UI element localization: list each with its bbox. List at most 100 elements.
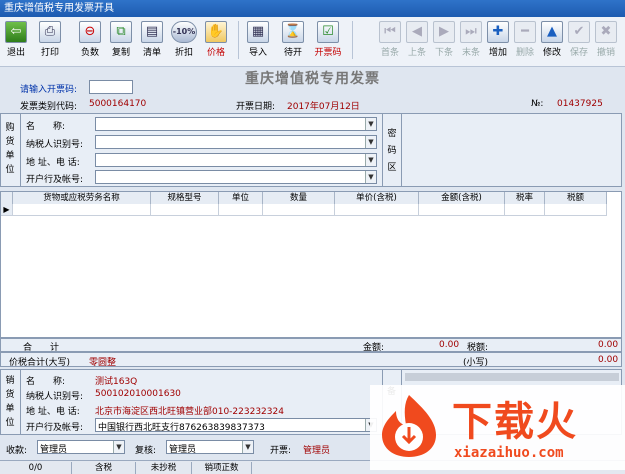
row-indicator-header — [1, 192, 13, 204]
total-small-value: 0.00 — [598, 355, 619, 365]
buyer-section-label: 购 货 单 位 — [4, 121, 16, 177]
chevron-down-icon[interactable]: ▼ — [365, 154, 376, 166]
column-header[interactable]: 货物或应税劳务名称 — [13, 192, 151, 204]
payee-label: 收款: — [6, 446, 28, 456]
goods-grid[interactable]: 货物或应税劳务名称 规格型号 单位 数量 单价(含税) 金额(含税) 税率 税额… — [0, 191, 622, 338]
column-header[interactable]: 规格型号 — [151, 192, 219, 204]
list-label: 清单 — [142, 48, 161, 58]
seller-name-label: 名 称: — [26, 377, 66, 387]
watermark: 下载火 xiazaihuo.com — [370, 385, 625, 470]
print-button[interactable]: ⎙ 打印 — [37, 21, 63, 58]
last-label: 末条 — [461, 48, 480, 58]
invoice-no-label: №: — [531, 99, 544, 109]
payee-select[interactable]: 管理员 ▼ — [37, 440, 125, 455]
buyer-address-label: 地 址、电 话: — [26, 158, 80, 168]
invoice-code-input[interactable] — [89, 80, 133, 94]
buyer-bank-input[interactable]: ▼ — [95, 170, 377, 184]
column-header[interactable]: 税额 — [545, 192, 607, 204]
table-cell[interactable] — [505, 204, 545, 216]
edit-button[interactable]: ▲ 修改 — [540, 21, 564, 58]
column-header[interactable]: 税率 — [505, 192, 545, 204]
negative-button[interactable]: ⊖ 负数 — [77, 21, 103, 58]
invoice-code-button[interactable]: ☑ 开票码 — [311, 21, 345, 58]
buyer-name-input[interactable]: ▼ — [95, 117, 377, 131]
chevron-down-icon[interactable]: ▼ — [365, 136, 376, 148]
prev-icon: ◀ — [406, 21, 428, 43]
next-record-button[interactable]: ▶ 下条 — [432, 21, 456, 58]
add-label: 增加 — [488, 48, 507, 58]
discount-button[interactable]: -10% 折扣 — [170, 21, 198, 58]
chevron-down-icon[interactable]: ▼ — [242, 441, 253, 453]
table-cell[interactable] — [151, 204, 219, 216]
seller-bank-select[interactable]: 中国银行西北旺支行876263839837373 ▼ — [95, 418, 377, 433]
toolbar: ⇦ 退出 ⎙ 打印 ⊖ 负数 ⧉ 复制 ▤ 清单 -10% 折扣 ✋ 价格 ▦ … — [0, 17, 625, 67]
hourglass-icon: ⌛ — [282, 21, 304, 43]
invoice-date-label: 开票日期: — [236, 102, 276, 112]
delete-icon: ━ — [514, 21, 536, 43]
import-icon: ▦ — [247, 21, 269, 43]
column-header[interactable]: 单价(含税) — [335, 192, 419, 204]
edit-label: 修改 — [542, 48, 561, 58]
list-button[interactable]: ▤ 清单 — [139, 21, 165, 58]
exit-button[interactable]: ⇦ 退出 — [3, 21, 29, 58]
copy-icon: ⧉ — [110, 21, 132, 43]
table-cell[interactable] — [13, 204, 151, 216]
exit-label: 退出 — [6, 48, 25, 58]
import-button[interactable]: ▦ 导入 — [245, 21, 271, 58]
seller-address-value: 北京市海淀区西北旺镇营业部010-223232324 — [95, 407, 284, 417]
edit-icon: ▲ — [541, 21, 563, 43]
reviewer-select[interactable]: 管理员 ▼ — [166, 440, 254, 455]
secret-char: 码 — [387, 146, 397, 156]
current-row-indicator-icon: ▶ — [1, 204, 13, 216]
secret-char: 区 — [387, 163, 397, 173]
buyer-tax-id-input[interactable]: ▼ — [95, 135, 377, 149]
price-button[interactable]: ✋ 价格 — [203, 21, 229, 58]
price-icon: ✋ — [205, 21, 227, 43]
chevron-down-icon[interactable]: ▼ — [113, 441, 124, 453]
status-tax-mode: 含税 — [72, 462, 136, 474]
buyer-char: 位 — [5, 165, 15, 175]
prev-label: 上条 — [407, 48, 426, 58]
status-invoice-kind: 销项正数 — [192, 462, 252, 474]
seller-tax-id-label: 纳税人识别号: — [26, 392, 84, 402]
minus-icon: ⊖ — [79, 21, 101, 43]
pending-label: 待开 — [283, 48, 302, 58]
delete-button[interactable]: ━ 删除 — [513, 21, 537, 58]
column-header[interactable]: 单位 — [219, 192, 263, 204]
buyer-char: 购 — [5, 123, 15, 133]
remark-field[interactable] — [405, 373, 619, 381]
save-button[interactable]: ✔ 保存 — [567, 21, 591, 58]
toolbar-separator — [238, 21, 239, 59]
reviewer-label: 复核: — [135, 446, 157, 456]
buyer-char: 单 — [5, 151, 15, 161]
pending-button[interactable]: ⌛ 待开 — [280, 21, 306, 58]
prev-record-button[interactable]: ◀ 上条 — [405, 21, 429, 58]
last-record-button[interactable]: ⏭ 末条 — [459, 21, 483, 58]
column-header[interactable]: 数量 — [263, 192, 335, 204]
table-cell[interactable] — [419, 204, 505, 216]
copy-button[interactable]: ⧉ 复制 — [108, 21, 134, 58]
seller-bank-label: 开户行及帐号: — [26, 423, 84, 433]
first-record-button[interactable]: ⏮ 首条 — [378, 21, 402, 58]
discount-label: 折扣 — [174, 48, 193, 58]
issuer-value: 管理员 — [303, 446, 331, 456]
invoice-code-icon: ☑ — [317, 21, 339, 43]
table-cell[interactable] — [545, 204, 607, 216]
buyer-address-input[interactable]: ▼ — [95, 153, 377, 167]
payee-value: 管理员 — [40, 445, 68, 455]
table-cell[interactable] — [219, 204, 263, 216]
buyer-panel: 购 货 单 位 名 称: ▼ 纳税人识别号: ▼ 地 址、电 话: ▼ 开户行及… — [0, 113, 622, 187]
chevron-down-icon[interactable]: ▼ — [365, 171, 376, 183]
table-cell[interactable] — [263, 204, 335, 216]
seller-char: 货 — [5, 390, 15, 400]
seller-char: 单 — [5, 404, 15, 414]
window-title: 重庆增值税专用发票开具 — [4, 3, 114, 14]
add-button[interactable]: ✚ 增加 — [486, 21, 510, 58]
cancel-button[interactable]: ✖ 撤销 — [594, 21, 618, 58]
table-cell[interactable] — [335, 204, 419, 216]
seller-tax-id-value: 500102010001630 — [95, 389, 181, 399]
chevron-down-icon[interactable]: ▼ — [365, 118, 376, 130]
column-header[interactable]: 金额(含税) — [419, 192, 505, 204]
buyer-tax-id-label: 纳税人识别号: — [26, 140, 84, 150]
invoice-code-prompt: 请输入开票码: — [20, 85, 78, 95]
